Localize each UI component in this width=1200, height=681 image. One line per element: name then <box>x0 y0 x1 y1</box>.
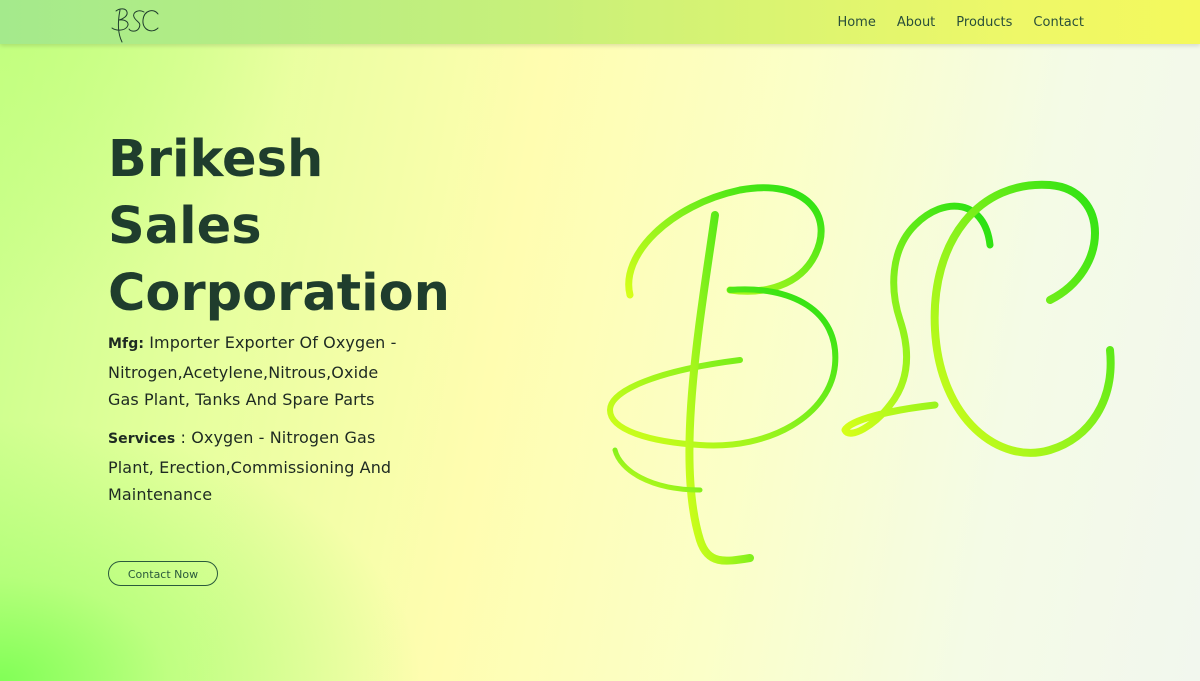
company-title-line: Sales <box>108 197 262 256</box>
main-nav: Home About Products Contact <box>816 0 1084 44</box>
mfg-text: Importer Exporter Of Oxygen - Nitrogen,A… <box>108 333 397 409</box>
company-title-line: Corporation <box>108 264 450 323</box>
company-title: Brikesh Sales Corporation <box>108 126 528 327</box>
contact-now-button[interactable]: Contact Now <box>108 561 218 586</box>
mfg-label: Mfg: <box>108 336 145 352</box>
top-navbar: Home About Products Contact <box>0 0 1200 44</box>
nav-home-link[interactable]: Home <box>837 15 875 30</box>
bsc-monogram-image <box>607 180 1115 565</box>
nav-contact-link[interactable]: Contact <box>1033 15 1084 30</box>
brand-logo[interactable] <box>106 4 166 44</box>
services-label: Services <box>108 431 176 447</box>
mfg-description: Mfg: Importer Exporter Of Oxygen - Nitro… <box>108 329 408 414</box>
nav-about-link[interactable]: About <box>897 15 935 30</box>
company-title-line: Brikesh <box>108 130 324 189</box>
nav-products-link[interactable]: Products <box>956 15 1012 30</box>
services-description: Services : Oxygen - Nitrogen Gas Plant, … <box>108 424 408 509</box>
